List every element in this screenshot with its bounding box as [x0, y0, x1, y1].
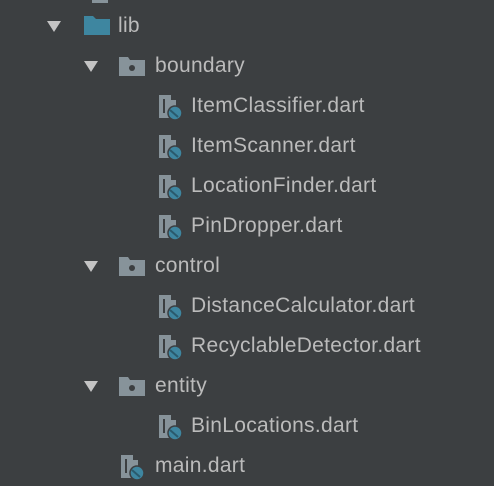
dart-file-icon — [159, 215, 183, 241]
tree-item-file[interactable]: main.dart — [0, 448, 494, 484]
tree-item-file[interactable]: RecyclableDetector.dart — [0, 328, 494, 364]
tree-item-lib[interactable]: lib — [0, 8, 494, 44]
tree-item-file[interactable]: ItemClassifier.dart — [0, 88, 494, 124]
chevron-down-icon[interactable] — [45, 17, 63, 35]
tree-item-label: control — [155, 254, 221, 277]
tree-item-label: main.dart — [155, 454, 246, 477]
tree-item-label: RecyclableDetector.dart — [191, 334, 421, 357]
dart-file-icon — [159, 175, 183, 201]
tree-item-label: BinLocations.dart — [191, 414, 359, 437]
dart-file-icon — [159, 295, 183, 321]
chevron-down-icon[interactable] — [82, 377, 100, 395]
package-folder-icon — [119, 377, 145, 396]
tree-item-entity[interactable]: entity — [0, 368, 494, 404]
tree-item-file[interactable]: ItemScanner.dart — [0, 128, 494, 164]
tree-item-file[interactable]: PinDropper.dart — [0, 208, 494, 244]
folder-icon — [84, 16, 110, 35]
tree-item-label: PinDropper.dart — [191, 214, 343, 237]
tree-item-label: ItemClassifier.dart — [191, 94, 365, 117]
tree-item-file[interactable]: LocationFinder.dart — [0, 168, 494, 204]
tree-item-file[interactable]: BinLocations.dart — [0, 408, 494, 444]
dart-file-icon — [159, 135, 183, 161]
partial-row-top — [80, 0, 140, 4]
tree-item-label: DistanceCalculator.dart — [191, 294, 416, 317]
dart-file-icon — [159, 335, 183, 361]
tree-item-control[interactable]: control — [0, 248, 494, 284]
tree-item-label: boundary — [155, 54, 245, 77]
dart-file-icon — [121, 455, 145, 481]
package-folder-icon — [119, 57, 145, 76]
tree-item-label: lib — [118, 14, 140, 37]
chevron-down-icon[interactable] — [82, 257, 100, 275]
tree-item-file[interactable]: DistanceCalculator.dart — [0, 288, 494, 324]
chevron-down-icon[interactable] — [82, 57, 100, 75]
tree-item-label: entity — [155, 374, 207, 397]
tree-item-label: LocationFinder.dart — [191, 174, 377, 197]
tree-item-boundary[interactable]: boundary — [0, 48, 494, 84]
dart-file-icon — [159, 415, 183, 441]
package-folder-icon — [119, 257, 145, 276]
dart-file-icon — [159, 95, 183, 121]
tree-item-label: ItemScanner.dart — [191, 134, 356, 157]
